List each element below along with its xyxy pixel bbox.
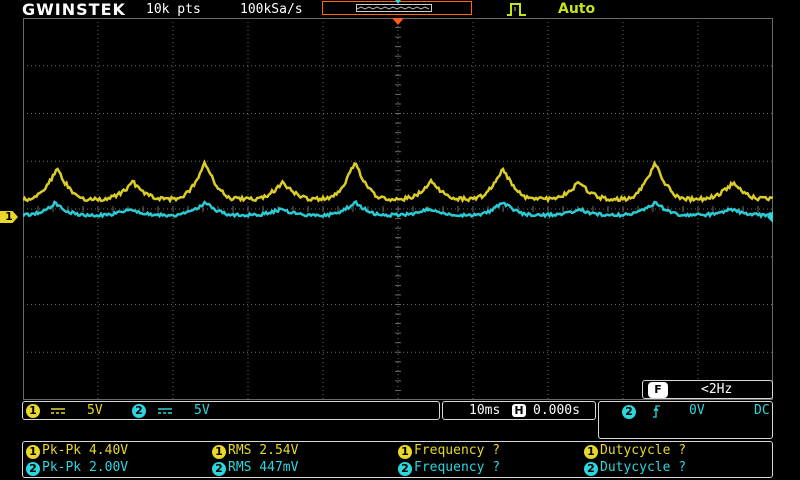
waveform-preview-icon — [357, 5, 431, 11]
trigger-level: 0V — [689, 403, 705, 418]
meas-ch1-badge: 1 — [212, 445, 226, 459]
horizontal-position-icon: H — [512, 404, 526, 417]
meas-ch1-badge: 1 — [584, 445, 598, 459]
trigger-panel: 2 0V DC — [598, 401, 773, 439]
sample-rate: 100kSa/s — [240, 2, 303, 17]
meas-ch2-dutycycle[interactable]: Dutycycle ? — [600, 460, 686, 475]
ch1-ground-marker[interactable]: 1 — [0, 211, 18, 223]
meas-ch2-frequency[interactable]: Frequency ? — [414, 460, 500, 475]
meas-ch1-pkpk[interactable]: Pk-Pk 4.40V — [42, 443, 128, 458]
memory-view-window — [356, 4, 432, 12]
meas-ch2-badge: 2 — [212, 462, 226, 476]
ch1-scale: 5V — [87, 403, 103, 418]
rising-edge-pulse-icon — [506, 2, 528, 16]
memory-position-bar[interactable] — [322, 1, 472, 15]
meas-ch1-dutycycle[interactable]: Dutycycle ? — [600, 443, 686, 458]
meas-ch1-badge: 1 — [398, 445, 412, 459]
frequency-counter-panel: F <2Hz — [642, 380, 773, 399]
meas-ch2-pkpk[interactable]: Pk-Pk 2.00V — [42, 460, 128, 475]
waveform-display[interactable] — [23, 18, 773, 400]
channel-settings-panel: 1 5V 2 5V — [22, 401, 440, 420]
trigger-mode[interactable]: Auto — [558, 1, 595, 17]
meas-ch2-badge: 2 — [584, 462, 598, 476]
trigger-coupling: DC — [754, 403, 770, 418]
dc-coupling-icon — [158, 408, 172, 414]
meas-ch2-badge: 2 — [398, 462, 412, 476]
ch1-badge[interactable]: 1 — [26, 404, 40, 418]
graticule — [23, 18, 773, 400]
memory-cursor-icon — [395, 0, 401, 4]
dc-coupling-icon — [51, 408, 65, 414]
meas-ch1-rms[interactable]: RMS 2.54V — [228, 443, 298, 458]
record-length: 10k pts — [146, 2, 201, 17]
ch2-badge[interactable]: 2 — [132, 404, 146, 418]
timebase-position: 0.000s — [533, 403, 580, 418]
rising-slope-icon — [651, 404, 661, 418]
timebase-scale: 10ms — [469, 403, 500, 418]
frequency-counter-value: <2Hz — [701, 382, 732, 397]
meas-ch1-badge: 1 — [26, 445, 40, 459]
trigger-position-marker[interactable] — [392, 18, 404, 25]
frequency-counter-icon: F — [648, 382, 668, 398]
trigger-source-badge[interactable]: 2 — [622, 405, 636, 419]
meas-ch2-rms[interactable]: RMS 447mV — [228, 460, 298, 475]
measurement-panel: 1 Pk-Pk 4.40V 1 RMS 2.54V 1 Frequency ? … — [22, 441, 773, 478]
meas-ch1-frequency[interactable]: Frequency ? — [414, 443, 500, 458]
ch2-scale: 5V — [194, 403, 210, 418]
ch1-waveform — [23, 162, 773, 201]
meas-ch2-badge: 2 — [26, 462, 40, 476]
brand-logo: GWINSTEK — [22, 0, 126, 19]
timebase-panel: 10ms H 0.000s — [442, 401, 596, 420]
